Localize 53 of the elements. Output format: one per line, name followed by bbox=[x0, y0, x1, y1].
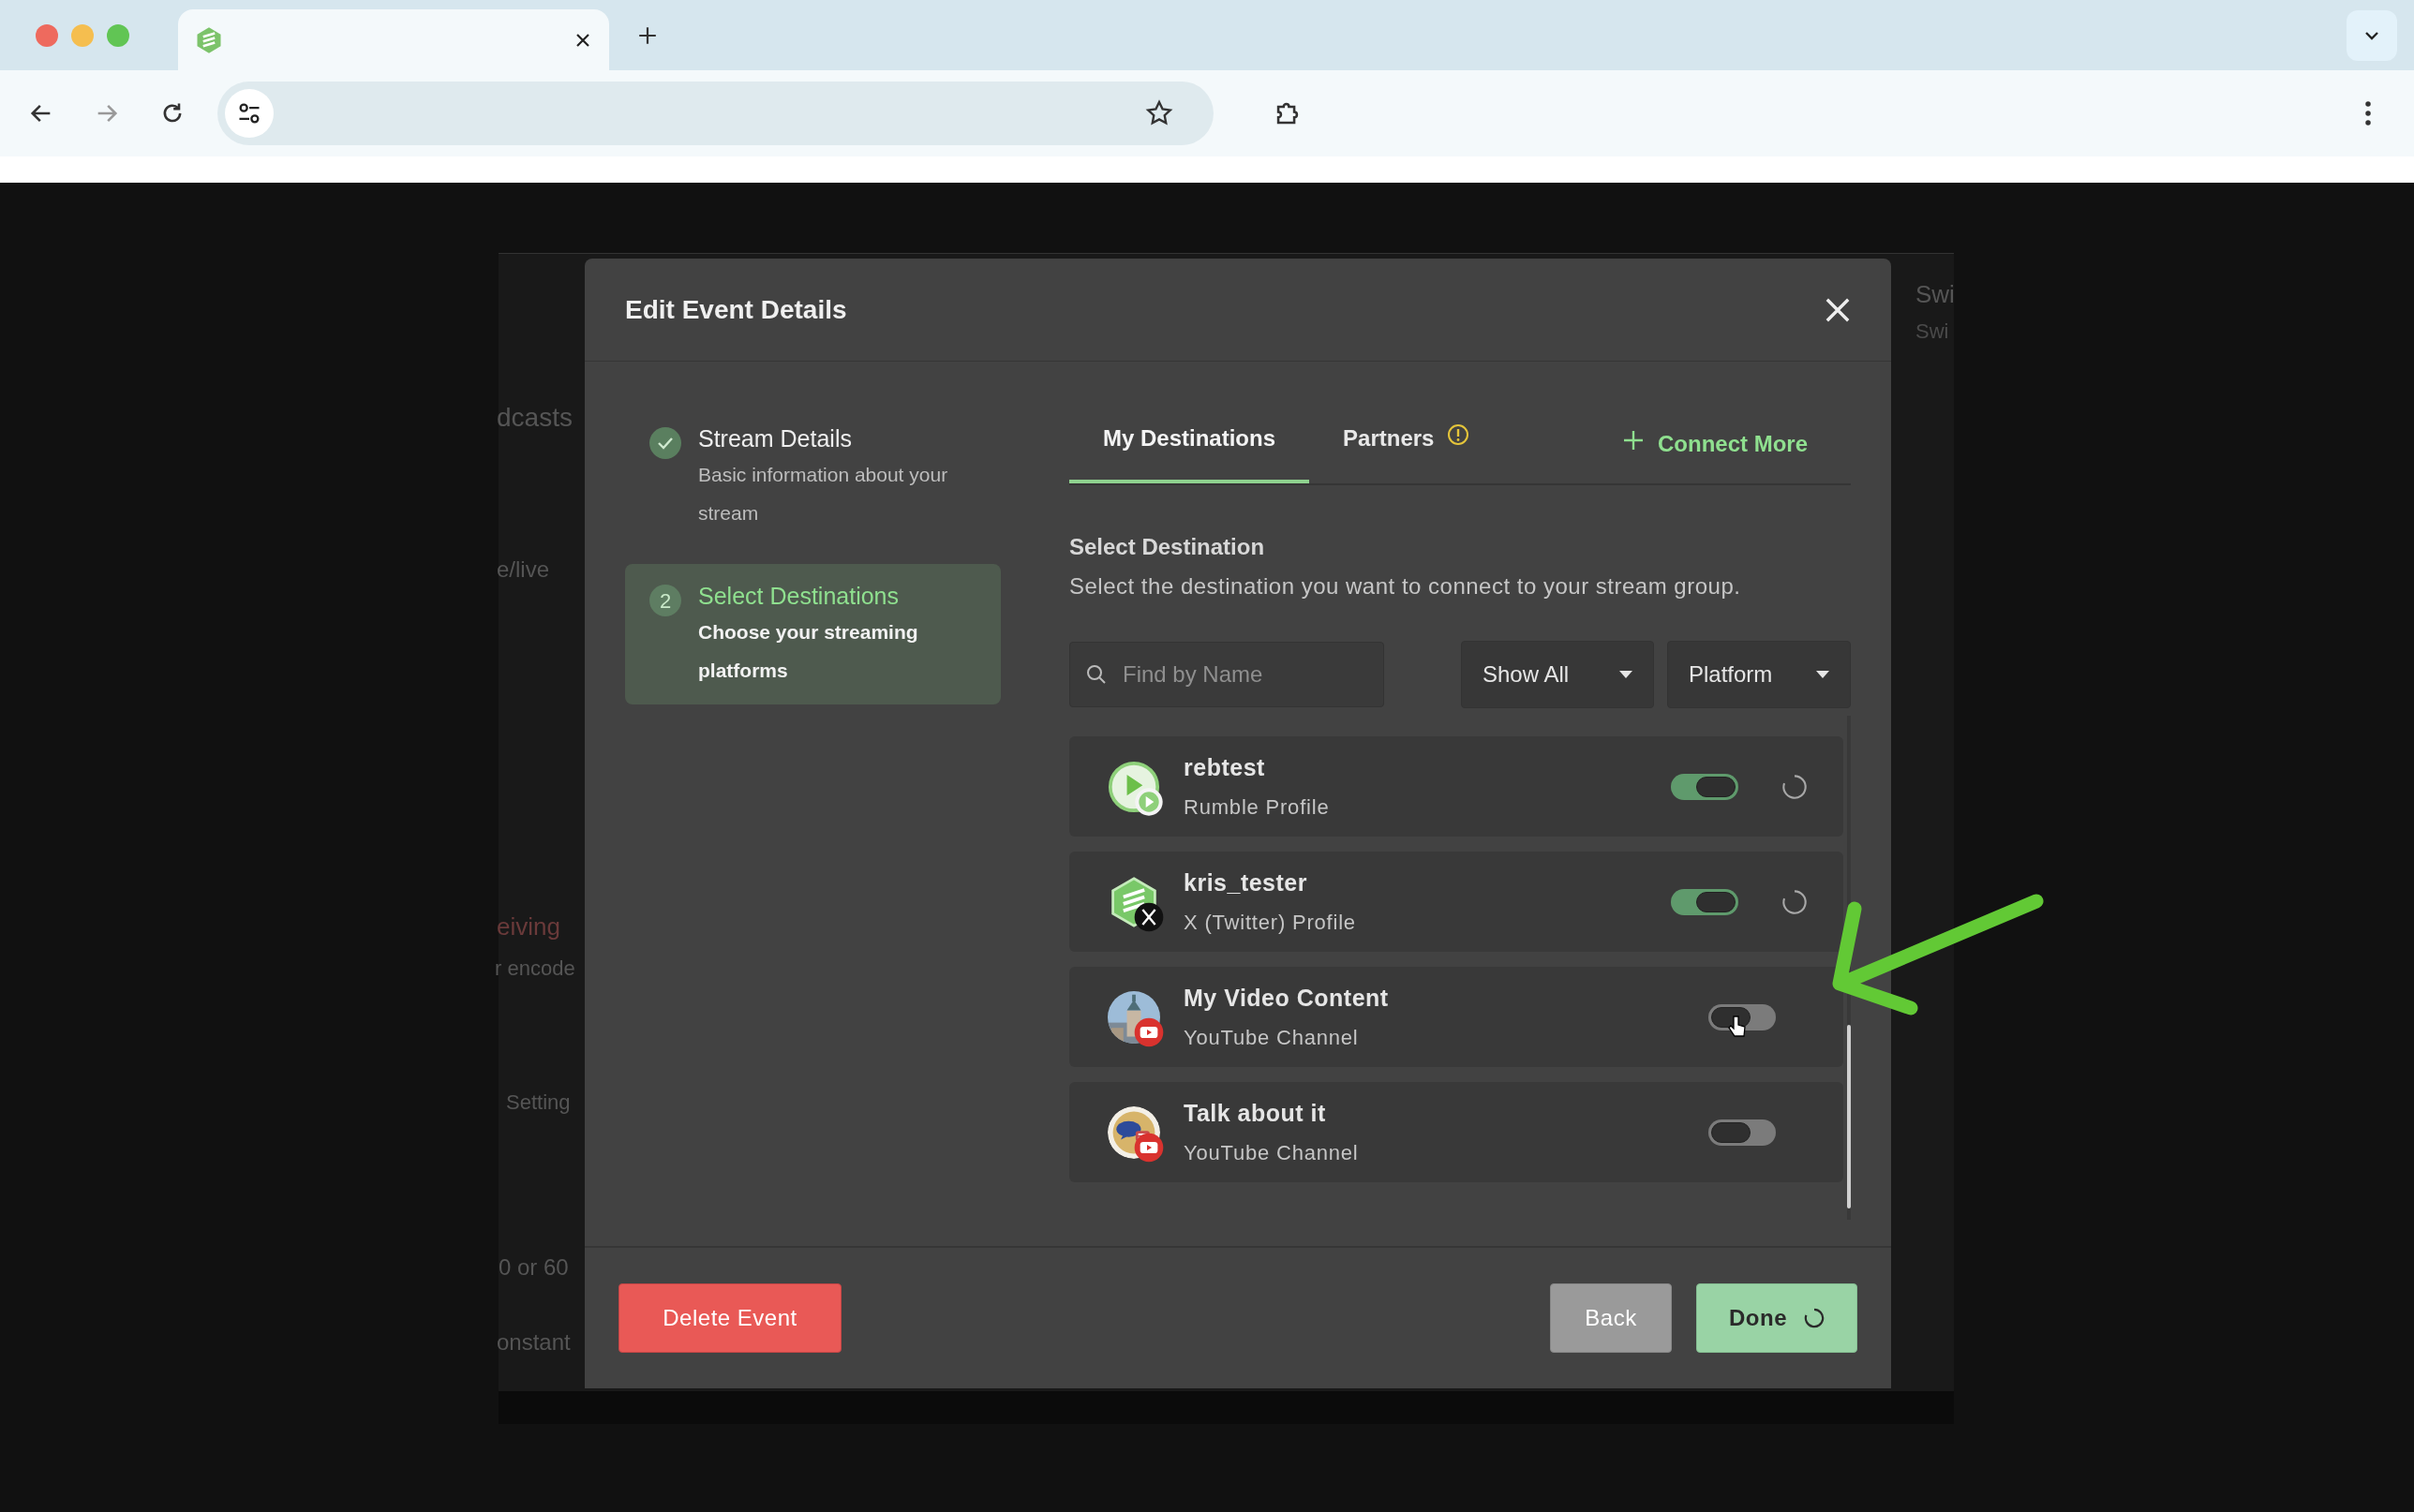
background-text: r encode bbox=[495, 956, 575, 982]
check-circle-icon bbox=[649, 427, 681, 459]
toggle-switch[interactable] bbox=[1671, 888, 1738, 915]
step-title: Select Destinations bbox=[698, 582, 900, 611]
close-icon[interactable] bbox=[1825, 296, 1851, 323]
step-item[interactable]: Stream Details Basic information about your stream bbox=[625, 407, 1001, 547]
background-text: Swi bbox=[1915, 279, 1955, 310]
destination-name: My Video Content bbox=[1184, 984, 1389, 1014]
platform-badge-icon bbox=[1134, 786, 1164, 817]
tab[interactable]: Partners bbox=[1309, 408, 1504, 483]
step-description: Choose your streaming platforms bbox=[698, 620, 919, 683]
step-number: 2 bbox=[649, 585, 681, 616]
toggle-switch[interactable] bbox=[1708, 1119, 1776, 1146]
background-text: dcasts bbox=[497, 402, 573, 434]
section-description: Select the destination you want to connect to your stream group. bbox=[1069, 572, 1742, 600]
background-text: eiving bbox=[497, 912, 560, 942]
scrollbar-thumb[interactable] bbox=[1847, 1025, 1851, 1208]
dialog-title: Edit Event Details bbox=[625, 293, 847, 326]
filter-dropdown[interactable]: Platform bbox=[1667, 641, 1851, 708]
background-text: e/live bbox=[497, 556, 550, 584]
plus-icon bbox=[1622, 429, 1645, 452]
tab[interactable]: My Destinations bbox=[1069, 408, 1310, 483]
done-button[interactable]: Done bbox=[1696, 1283, 1857, 1353]
destination-type: Rumble Profile bbox=[1184, 793, 1330, 821]
background-text: Setting bbox=[506, 1090, 571, 1116]
destination-name: kris_tester bbox=[1184, 868, 1308, 898]
filter-dropdown[interactable]: Show All bbox=[1461, 641, 1654, 708]
step-title: Stream Details bbox=[698, 424, 853, 453]
caret-down-icon bbox=[1816, 670, 1829, 679]
destination-type: YouTube Channel bbox=[1184, 1024, 1360, 1051]
site-logo-icon bbox=[195, 25, 223, 54]
platform-badge-icon bbox=[1134, 1016, 1164, 1047]
toggle-switch[interactable] bbox=[1671, 773, 1738, 800]
destination-type: X (Twitter) Profile bbox=[1184, 909, 1356, 936]
background-text: 0 or 60 bbox=[499, 1253, 569, 1282]
toggle-switch[interactable] bbox=[1708, 1003, 1776, 1030]
platform-badge-icon bbox=[1134, 901, 1164, 932]
pointer-cursor-icon bbox=[1728, 1015, 1747, 1040]
platform-badge-icon bbox=[1134, 1132, 1164, 1163]
search-icon bbox=[1085, 663, 1108, 686]
connect-more-button[interactable]: Connect More bbox=[1622, 408, 1851, 483]
search-input[interactable]: Find by Name bbox=[1123, 643, 1368, 706]
more-menu-icon[interactable] bbox=[2363, 99, 2373, 127]
destination-name: Talk about it bbox=[1184, 1099, 1327, 1129]
step-description: Basic information about your stream bbox=[698, 463, 949, 526]
caret-down-icon bbox=[1619, 670, 1632, 679]
new-tab-icon[interactable] bbox=[637, 24, 658, 46]
destination-type: YouTube Channel bbox=[1184, 1139, 1359, 1166]
background-text: onstant bbox=[497, 1328, 571, 1356]
destination-name: rebtest bbox=[1184, 753, 1266, 783]
search-field[interactable]: Find by Name bbox=[1069, 642, 1384, 707]
section-title: Select Destination bbox=[1069, 533, 1266, 561]
step-item[interactable]: 2 Select Destinations Choose your streaming platforms bbox=[625, 564, 1001, 704]
